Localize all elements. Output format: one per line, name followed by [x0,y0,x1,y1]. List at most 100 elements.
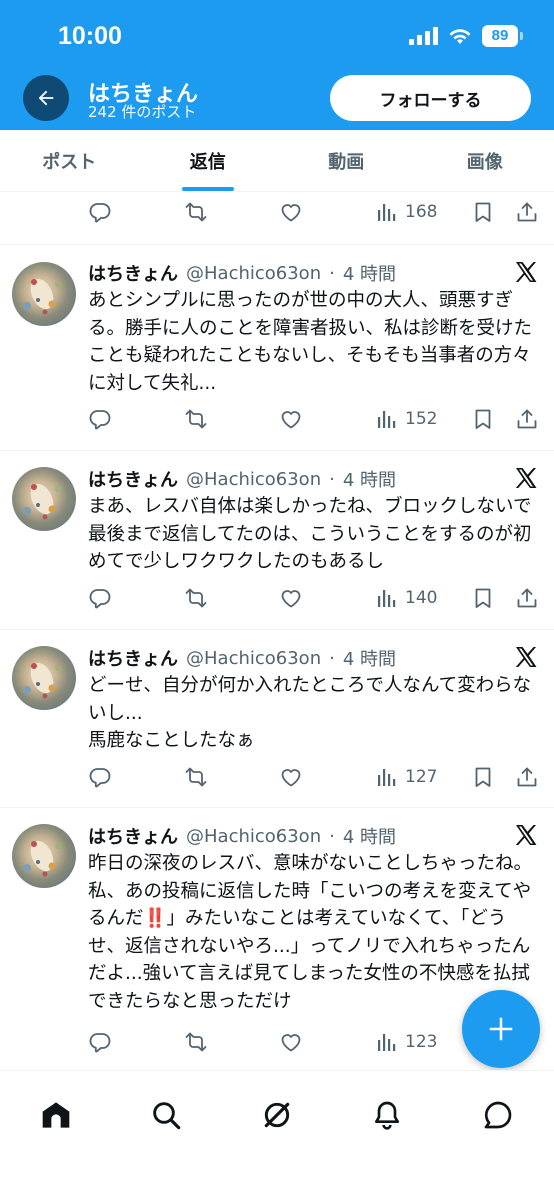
back-button[interactable] [23,75,69,121]
like-button[interactable] [279,765,305,789]
nav-notifications[interactable] [370,1098,404,1132]
post-header: はちきょん @Hachico63on · 4 時間 [88,823,396,849]
x-logo-icon [515,825,537,845]
views-button[interactable]: 123 [375,1030,437,1054]
reply-icon [89,1033,111,1053]
post[interactable]: はちきょん @Hachico63on · 4 時間 まあ、レスバ自体は楽しかった… [0,450,554,629]
reply-icon [89,589,111,609]
search-icon [153,1102,181,1130]
share-button[interactable] [515,586,541,610]
share-button[interactable] [515,765,541,789]
profile-header: 10:00 89 はちきょん 242 件のポスト フォローする [0,0,554,130]
repost-icon [185,202,207,222]
like-button[interactable] [279,586,305,610]
avatar[interactable] [12,467,76,531]
post-time[interactable]: 4 時間 [343,260,396,286]
author-handle[interactable]: @Hachico63on [186,826,321,847]
cellular-signal-icon [409,27,438,45]
post-actions: 168 [0,192,554,232]
tab-replies[interactable]: 返信 [139,130,278,191]
like-button[interactable] [279,407,305,431]
author-name[interactable]: はちきょん [88,645,178,671]
reply-icon [89,203,111,223]
post-text: 昨日の深夜のレスバ、意味がないことしちゃったね。私、あの投稿に返信した時「こいつ… [88,853,533,1012]
views-button[interactable]: 140 [375,586,437,610]
repost-button[interactable] [184,200,210,224]
views-icon [378,769,396,786]
avatar[interactable] [12,824,76,888]
author-name[interactable]: はちきょん [88,823,178,849]
post-time[interactable]: 4 時間 [343,466,396,492]
wifi-icon [449,29,471,44]
reply-button[interactable] [88,1030,114,1054]
repost-button[interactable] [184,586,210,610]
share-button[interactable] [515,200,541,224]
views-count: 127 [405,767,438,787]
repost-icon [185,767,207,787]
bookmark-button[interactable] [471,765,497,789]
repost-icon [185,409,207,429]
compose-button[interactable] [462,990,540,1068]
author-handle[interactable]: @Hachico63on [186,469,321,490]
repost-button[interactable] [184,407,210,431]
post[interactable]: はちきょん @Hachico63on · 4 時間 あとシンプルに思ったのが世の… [0,244,554,450]
like-icon [281,204,301,222]
nav-messages[interactable] [481,1098,515,1132]
post-time[interactable]: 4 時間 [343,645,396,671]
reply-icon [89,410,111,430]
repost-icon [185,1032,207,1052]
like-button[interactable] [279,1030,305,1054]
avatar[interactable] [12,262,76,326]
tab-videos[interactable]: 動画 [277,130,416,191]
share-button[interactable] [515,407,541,431]
author-name[interactable]: はちきょん [88,260,178,286]
nav-grok[interactable] [260,1098,294,1132]
author-name[interactable]: はちきょん [88,466,178,492]
share-icon [517,588,537,608]
reply-button[interactable] [88,586,114,610]
follow-button[interactable]: フォローする [330,75,531,121]
bookmark-icon [475,767,491,787]
status-icons: 89 [409,25,523,47]
tab-images[interactable]: 画像 [416,130,554,191]
views-count: 168 [405,202,438,222]
author-handle[interactable]: @Hachico63on [186,648,321,669]
avatar[interactable] [12,646,76,710]
post-count: 242 件のポスト [88,103,197,121]
views-button[interactable]: 152 [375,407,437,431]
profile-tabs: ポスト 返信 動画 画像 [0,130,554,192]
like-button[interactable] [279,200,305,224]
status-time: 10:00 [58,22,122,50]
reply-button[interactable] [88,765,114,789]
views-count: 123 [405,1032,438,1052]
repost-button[interactable] [184,1030,210,1054]
repost-button[interactable] [184,765,210,789]
post-actions: 140 [0,578,554,618]
reply-button[interactable] [88,200,114,224]
nav-home[interactable] [39,1098,73,1132]
author-handle[interactable]: @Hachico63on [186,263,321,284]
bookmark-icon [475,409,491,429]
tab-posts[interactable]: ポスト [0,130,139,191]
x-logo-icon [515,647,537,667]
bookmark-icon [475,588,491,608]
post-header: はちきょん @Hachico63on · 4 時間 [88,466,396,492]
replies-feed: 168 はちきょん @Hachico63on · 4 時間 あとシンプルに思った… [0,192,554,1070]
bottom-navigation [0,1070,554,1199]
post-actions: 127 [0,757,554,797]
home-icon [42,1102,70,1128]
x-logo-icon [515,468,537,488]
views-count: 152 [405,409,438,429]
nav-search[interactable] [149,1098,183,1132]
post-time[interactable]: 4 時間 [343,823,396,849]
like-icon [281,769,301,787]
reply-button[interactable] [88,407,114,431]
post-header: はちきょん @Hachico63on · 4 時間 [88,645,396,671]
bookmark-button[interactable] [471,407,497,431]
views-button[interactable]: 127 [375,765,437,789]
post[interactable]: はちきょん @Hachico63on · 4 時間 どーせ、自分が何か入れたとこ… [0,629,554,807]
post-header: はちきょん @Hachico63on · 4 時間 [88,260,396,286]
views-button[interactable]: 168 [375,200,437,224]
bookmark-button[interactable] [471,586,497,610]
bookmark-button[interactable] [471,200,497,224]
